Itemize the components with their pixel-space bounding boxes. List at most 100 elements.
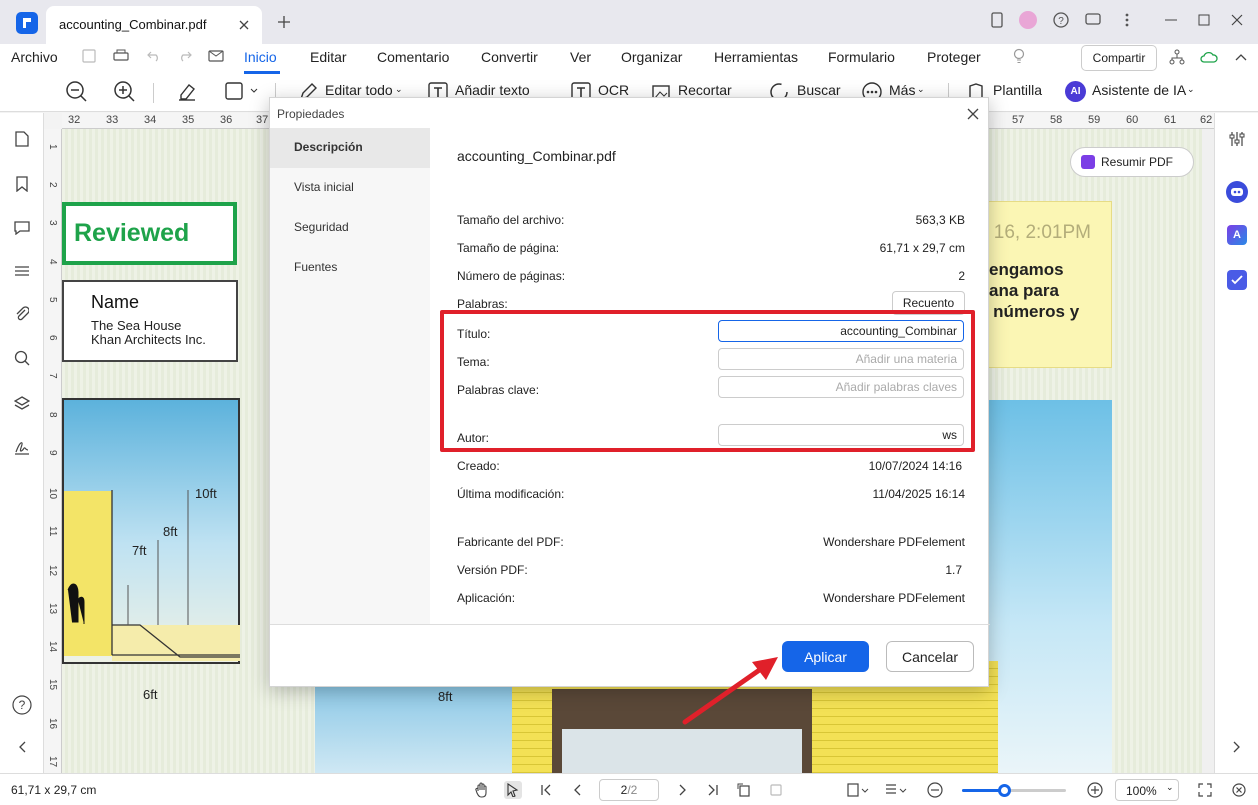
menu-archivo[interactable]: Archivo (11, 49, 58, 65)
menu-proteger[interactable]: Proteger (927, 49, 981, 65)
note-line1: engamos (989, 260, 1064, 279)
close-dialog-icon[interactable] (965, 106, 981, 122)
ruler-tick: 11 (47, 526, 58, 537)
ai-assistant-button[interactable]: AI Asistente de IA ⌄ (1065, 74, 1200, 112)
menu-editar[interactable]: Editar (310, 49, 347, 65)
ruler-tick: 37 (256, 114, 269, 126)
ruler-tick: 14 (47, 641, 58, 653)
select-tool-icon[interactable] (504, 781, 522, 799)
vertical-scrollbar[interactable] (1202, 129, 1214, 773)
help-circle-icon[interactable]: ? (11, 694, 33, 716)
rotate-icon[interactable] (735, 781, 753, 799)
menu-bar: Archivo Inicio Editar Comentario Convert… (0, 44, 1258, 74)
print-icon[interactable] (112, 47, 130, 65)
ruler-tick: 6 (47, 335, 58, 341)
app-logo-icon (16, 12, 38, 34)
page-size-label: Tamaño de página: (457, 241, 560, 255)
shape-tool-icon[interactable] (223, 79, 261, 103)
search-sidebar-icon[interactable] (13, 349, 31, 367)
save-icon[interactable] (80, 47, 98, 65)
properties-sliders-icon[interactable] (1228, 130, 1246, 148)
lightbulb-icon[interactable] (1010, 47, 1028, 65)
view-mode-icon[interactable] (846, 781, 870, 799)
document-filename: accounting_Combinar.pdf (457, 148, 616, 164)
menu-ver[interactable]: Ver (570, 49, 591, 65)
sticky-note[interactable]: y 16, 2:01PM engamos ana para s números … (978, 201, 1112, 368)
nav-descripcion[interactable]: Descripción (270, 128, 430, 168)
ruler-tick: 16 (47, 718, 58, 730)
menu-organizar[interactable]: Organizar (621, 49, 682, 65)
minimize-icon[interactable] (1162, 11, 1180, 29)
signature-icon[interactable] (13, 438, 31, 456)
ruler-tick: 62 (1200, 114, 1213, 126)
apply-button[interactable]: Aplicar (782, 641, 869, 672)
last-page-icon[interactable] (704, 781, 722, 799)
first-page-icon[interactable] (537, 781, 555, 799)
zoom-slider[interactable] (962, 784, 1066, 797)
collapse-right-icon[interactable] (1230, 740, 1244, 754)
menu-icon[interactable] (1118, 11, 1136, 29)
cloud-sync-icon[interactable] (1200, 48, 1218, 66)
layout-icon[interactable] (884, 781, 908, 799)
reviewed-stamp[interactable]: Reviewed (62, 202, 237, 265)
zoom-slider-handle[interactable] (998, 784, 1011, 797)
collapse-left-icon[interactable] (15, 740, 29, 754)
summarize-pdf-button[interactable]: Resumir PDF (1070, 147, 1194, 177)
share-button[interactable]: Compartir (1081, 45, 1157, 71)
layers-icon[interactable] (13, 262, 31, 280)
hand-tool-icon[interactable] (473, 781, 491, 799)
menu-herramientas[interactable]: Herramientas (714, 49, 798, 65)
close-window-icon[interactable] (1228, 11, 1246, 29)
menu-inicio[interactable]: Inicio (244, 49, 277, 65)
fit-page-icon[interactable] (767, 781, 785, 799)
new-tab-icon[interactable] (275, 13, 293, 31)
ruler-tick: 7 (47, 373, 58, 379)
bookmark-icon[interactable] (13, 175, 31, 193)
zoom-in-status-icon[interactable] (1086, 781, 1104, 799)
stack-icon[interactable] (13, 394, 31, 412)
svg-text:?: ? (1058, 16, 1064, 27)
undo-icon[interactable] (145, 47, 163, 65)
page-size-value: 61,71 x 29,7 cm (879, 241, 965, 255)
zoom-out-status-icon[interactable] (926, 781, 944, 799)
page-thumbnails-icon[interactable] (13, 130, 31, 148)
attachment-icon[interactable] (13, 305, 31, 323)
ai-chatbot-icon[interactable] (1226, 181, 1248, 203)
zoom-out-icon[interactable] (64, 79, 88, 103)
highlighter-icon[interactable] (175, 79, 199, 103)
next-page-icon[interactable] (674, 781, 692, 799)
translate-icon[interactable]: A (1227, 225, 1247, 245)
close-tab-icon[interactable] (236, 17, 252, 33)
device-icon[interactable] (988, 11, 1006, 29)
prev-page-icon[interactable] (568, 781, 586, 799)
document-tab[interactable]: accounting_Combinar.pdf (46, 6, 262, 44)
comment-icon[interactable] (13, 219, 31, 237)
fullscreen-icon[interactable] (1196, 781, 1214, 799)
page-number-field[interactable]: 2/2 (599, 779, 659, 801)
close-status-icon[interactable] (1230, 781, 1248, 799)
nav-seguridad[interactable]: Seguridad (270, 208, 430, 248)
mail-icon[interactable] (207, 47, 225, 65)
zoom-select[interactable]: 100% ⌄ (1115, 779, 1179, 801)
maximize-icon[interactable] (1195, 11, 1213, 29)
left-ruler: 1 2 3 4 5 6 7 8 9 10 11 12 13 14 15 16 17 (44, 129, 62, 773)
zoom-in-icon[interactable] (112, 79, 136, 103)
help-icon[interactable]: ? (1052, 11, 1070, 29)
menu-formulario[interactable]: Formulario (828, 49, 895, 65)
right-sidebar: A (1214, 113, 1258, 773)
modified-label: Última modificación: (457, 487, 565, 501)
nav-fuentes[interactable]: Fuentes (270, 248, 430, 288)
menu-convertir[interactable]: Convertir (481, 49, 538, 65)
nav-vista-inicial[interactable]: Vista inicial (270, 168, 430, 208)
redo-icon[interactable] (176, 47, 194, 65)
cancel-button[interactable]: Cancelar (886, 641, 974, 672)
avatar[interactable] (1019, 11, 1037, 29)
network-icon[interactable] (1168, 48, 1186, 66)
menu-comentario[interactable]: Comentario (377, 49, 449, 65)
checklist-icon[interactable] (1227, 270, 1247, 290)
collapse-icon[interactable] (1232, 48, 1250, 66)
add-text-label: Añadir texto (455, 82, 530, 98)
more-label: Más (889, 82, 916, 98)
highlight-box (440, 310, 975, 452)
feedback-icon[interactable] (1084, 11, 1102, 29)
